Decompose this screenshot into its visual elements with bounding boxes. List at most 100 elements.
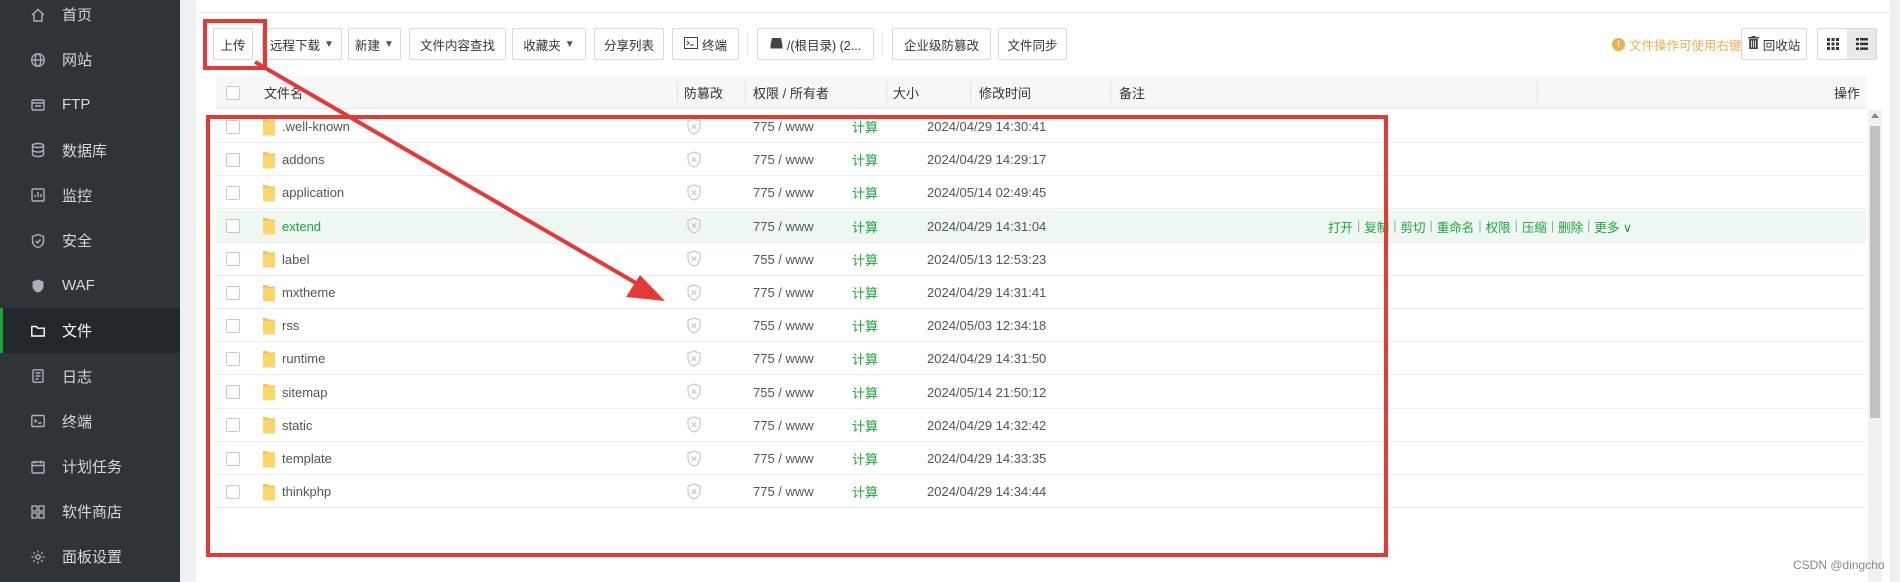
ftp-icon bbox=[28, 95, 48, 115]
folder-icon bbox=[28, 321, 48, 341]
new-button[interactable]: 新建 ▼ bbox=[348, 28, 401, 60]
separator: | bbox=[1429, 219, 1433, 234]
col-size-label: 大小 bbox=[893, 86, 920, 101]
chevron-down-icon: ∨ bbox=[1619, 220, 1632, 235]
info-icon: ! bbox=[1612, 37, 1625, 51]
row-action-more[interactable]: 更多 ∨ bbox=[1594, 217, 1632, 236]
separator: | bbox=[1550, 219, 1555, 234]
sidebar-item-label: 软件商店 bbox=[62, 504, 123, 522]
divider bbox=[882, 32, 883, 56]
sidebar-item-7[interactable]: 文件 bbox=[0, 308, 180, 354]
divider bbox=[886, 82, 887, 103]
col-perm[interactable]: 权限 / 所有者 bbox=[753, 76, 829, 109]
sidebar-item-5[interactable]: 安全 bbox=[0, 218, 180, 263]
col-remark-label: 备注 bbox=[1119, 86, 1146, 101]
content-search-label: 文件内容查找 bbox=[419, 38, 495, 53]
monitor-icon bbox=[28, 185, 48, 205]
row-action-perm[interactable]: 权限 bbox=[1486, 217, 1511, 236]
more-label: 更多 bbox=[1594, 220, 1620, 235]
sidebar-item-label: 首页 bbox=[62, 7, 93, 24]
tamper-proof-button[interactable]: 企业级防篡改 bbox=[892, 28, 991, 60]
favorites-button[interactable]: 收藏夹 ▼ bbox=[512, 28, 586, 60]
chevron-down-icon: ▼ bbox=[384, 38, 394, 50]
remote-download-label: 远程下载 bbox=[270, 38, 321, 53]
row-action-compress[interactable]: 压缩 bbox=[1522, 217, 1547, 236]
col-ops-label: 操作 bbox=[1834, 86, 1861, 101]
grid-view-icon[interactable] bbox=[1818, 29, 1847, 59]
right-click-tip-text: 文件操作可使用右键 bbox=[1629, 38, 1742, 53]
sidebar-item-11[interactable]: 软件商店 bbox=[0, 489, 180, 534]
row-action-rename[interactable]: 重命名 bbox=[1437, 217, 1475, 236]
sidebar-item-1[interactable]: 网站 bbox=[0, 37, 180, 82]
col-size[interactable]: 大小 bbox=[893, 76, 919, 109]
database-icon bbox=[28, 140, 48, 160]
col-tamper-label: 防篡改 bbox=[684, 86, 724, 101]
path-button[interactable]: /(根目录) (2... bbox=[757, 28, 874, 60]
globe-icon bbox=[28, 50, 48, 70]
annotation-file-list-highlight bbox=[206, 115, 1388, 557]
sidebar-item-label: WAF bbox=[62, 277, 95, 295]
col-mtime[interactable]: 修改时间 bbox=[979, 76, 1031, 109]
favorites-label: 收藏夹 bbox=[523, 38, 561, 53]
separator: | bbox=[1587, 219, 1591, 234]
list-view-icon[interactable] bbox=[1847, 29, 1876, 59]
divider bbox=[1110, 82, 1111, 103]
select-all-checkbox[interactable] bbox=[226, 76, 240, 109]
remote-download-button[interactable]: 远程下载 ▼ bbox=[262, 28, 342, 60]
table-header: 文件名 防篡改 权限 / 所有者 大小 修改时间 备注 操作 bbox=[216, 76, 1866, 109]
recycle-bin-label: 回收站 bbox=[1762, 38, 1801, 53]
sidebar-item-4[interactable]: 监控 bbox=[0, 173, 180, 218]
terminal-button[interactable]: 终端 bbox=[672, 28, 739, 60]
sidebar-item-8[interactable]: 日志 bbox=[0, 354, 180, 399]
sidebar-item-label: 监控 bbox=[62, 187, 93, 205]
toolbar: 上传 远程下载 ▼ 新建 ▼ 文件内容查找 收藏夹 ▼ 分享列表 终端 /(根目录) … bbox=[196, 28, 1890, 60]
view-toggle bbox=[1817, 28, 1877, 60]
col-remark: 备注 bbox=[1119, 76, 1145, 109]
sidebar-item-label: 终端 bbox=[62, 413, 93, 431]
share-list-label: 分享列表 bbox=[603, 38, 654, 53]
content-search-button[interactable]: 文件内容查找 bbox=[409, 28, 506, 60]
col-name[interactable]: 文件名 bbox=[264, 76, 303, 109]
file-sync-button[interactable]: 文件同步 bbox=[998, 28, 1067, 60]
row-action-cut[interactable]: 剪切 bbox=[1401, 217, 1426, 236]
sidebar-item-label: 安全 bbox=[62, 233, 93, 250]
sidebar-item-12[interactable]: 面板设置 bbox=[0, 534, 180, 579]
share-list-button[interactable]: 分享列表 bbox=[594, 28, 664, 60]
divider bbox=[1537, 82, 1538, 103]
scrollbar[interactable] bbox=[1868, 110, 1882, 582]
divider bbox=[677, 82, 678, 103]
divider bbox=[196, 12, 1890, 13]
annotation-upload-highlight bbox=[203, 19, 267, 70]
sidebar-item-6[interactable]: WAF bbox=[0, 263, 180, 308]
sidebar: 首页网站 FTP 数据库监控安全 WAF 文件 日志终端计划任务软件商店面板设置 bbox=[0, 0, 180, 582]
terminal-icon bbox=[28, 411, 48, 431]
scrollbar-thumb[interactable] bbox=[1870, 126, 1880, 418]
calendar-icon bbox=[28, 457, 48, 477]
divider bbox=[745, 82, 746, 103]
sidebar-item-10[interactable]: 计划任务 bbox=[0, 444, 180, 489]
watermark: CSDN @dingcho bbox=[1793, 558, 1885, 572]
sidebar-item-label: 网站 bbox=[62, 52, 93, 70]
sidebar-item-3[interactable]: 数据库 bbox=[0, 128, 180, 173]
store-icon bbox=[28, 502, 48, 522]
sidebar-item-label: FTP bbox=[62, 96, 91, 114]
sidebar-item-label: 计划任务 bbox=[62, 459, 123, 476]
gear-icon bbox=[28, 547, 48, 567]
sidebar-item-label: 面板设置 bbox=[62, 549, 123, 567]
sidebar-item-2[interactable]: FTP bbox=[0, 82, 180, 127]
col-perm-label: 权限 / 所有者 bbox=[753, 86, 829, 101]
sidebar-item-0[interactable]: 首页 bbox=[0, 0, 180, 37]
path-label: /(根目录) (2... bbox=[786, 38, 862, 53]
file-sync-label: 文件同步 bbox=[1007, 38, 1058, 53]
right-click-tip: ! 文件操作可使用右键 bbox=[1612, 28, 1742, 60]
separator: | bbox=[1393, 219, 1397, 234]
divider bbox=[747, 32, 748, 56]
tamper-proof-label: 企业级防篡改 bbox=[903, 38, 979, 53]
separator: | bbox=[1478, 219, 1482, 234]
divider bbox=[970, 82, 971, 103]
app-root: 首页 网站 FTP 数据库 监控 安全 WAF 文件 日志 终端 计划任务 软件商店 面板设置 上传 远… bbox=[0, 0, 1900, 582]
row-action-delete[interactable]: 删除 bbox=[1558, 217, 1583, 236]
recycle-bin-button[interactable]: 回收站 bbox=[1741, 28, 1807, 60]
scroll-up-arrow-icon[interactable] bbox=[1871, 113, 1879, 118]
sidebar-item-9[interactable]: 终端 bbox=[0, 399, 180, 444]
